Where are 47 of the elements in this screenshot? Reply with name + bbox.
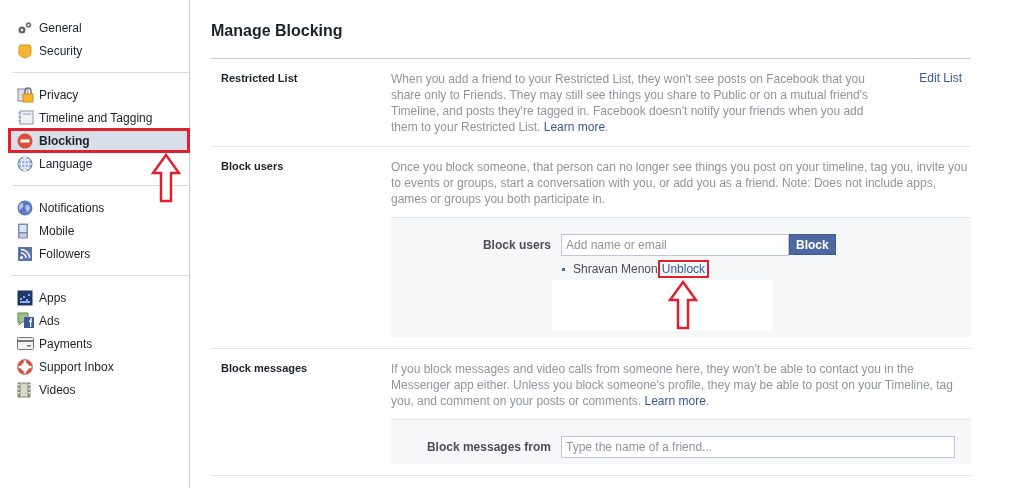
- ads-icon: [17, 312, 35, 329]
- blocked-name: Shravan Menon: [573, 262, 658, 276]
- sidebar-item[interactable]: Mobile: [12, 219, 189, 242]
- gears-icon: [17, 20, 33, 35]
- feed-icon: [17, 245, 33, 262]
- sidebar-item[interactable]: Blocking: [9, 129, 189, 152]
- no-entry-icon: [17, 132, 33, 149]
- sidebar-item[interactable]: Privacy: [12, 83, 189, 106]
- sidebar-item[interactable]: Notifications: [12, 196, 189, 219]
- badge-icon: [17, 42, 33, 59]
- card-icon: [17, 337, 34, 350]
- sidebar-item[interactable]: General: [12, 16, 189, 39]
- field-label: Block users: [481, 237, 552, 254]
- sidebar-item[interactable]: Payments: [12, 332, 189, 355]
- lifebuoy-icon: [17, 358, 33, 375]
- sidebar-item[interactable]: Security: [12, 39, 189, 62]
- sidebar-item[interactable]: Apps: [12, 286, 189, 309]
- page-title: Manage Blocking: [211, 20, 971, 59]
- section-label: Restricted List: [221, 71, 299, 86]
- section-description: If you block messages and video calls from someone here, they won't be able to contact you in the Messenger app either. Unless you block someone's profile, they may be able to post on your Timeline, tag you, and comment on your posts or comments. Learn more.: [391, 361, 954, 409]
- block-button[interactable]: Block: [789, 234, 836, 255]
- section-description: Once you block someone, that person can no longer see things you post on your timeline, tag you, invite you to events or groups, start a conversation with you, or add you as a friend. Note: Does not include apps, games or groups you both participate in.: [391, 159, 969, 207]
- timeline-icon: [17, 110, 34, 125]
- globe-icon: [17, 155, 33, 172]
- sidebar-item[interactable]: Support Inbox: [12, 355, 189, 378]
- earth-icon: [17, 199, 33, 216]
- phone-icon: [17, 222, 29, 239]
- sidebar-item[interactable]: Followers: [12, 242, 189, 265]
- lock-icon: [17, 86, 35, 103]
- bullet-icon: [562, 267, 565, 271]
- apps-icon: [17, 289, 33, 306]
- edit-list-link[interactable]: Edit List: [919, 71, 971, 87]
- sidebar-item[interactable]: Timeline and Tagging: [12, 106, 189, 129]
- section-label: Block messages: [221, 361, 309, 376]
- sidebar-item[interactable]: Language: [12, 152, 189, 175]
- learn-more-link[interactable]: Learn more: [644, 394, 706, 408]
- unblock-link[interactable]: Unblock: [659, 262, 708, 276]
- sidebar-item[interactable]: Videos: [12, 378, 189, 401]
- film-icon: [17, 381, 31, 398]
- annotation-arrow: [151, 153, 181, 203]
- field-label: Block messages from: [425, 439, 552, 456]
- sidebar-item[interactable]: Ads: [12, 309, 189, 332]
- section-description: When you add a friend to your Restricted List, they won't see posts on Facebook that you share only to Friends. They may still see things you share to Public or on a mutual friend's Timeline, and posts they're tagged in. Facebook doesn't notify your friends when you add them to your Restricted List. Learn more.: [391, 71, 869, 135]
- input-field[interactable]: Add name or email: [561, 234, 789, 256]
- annotation-arrow: [667, 280, 698, 330]
- input-field[interactable]: Type the name of a friend...: [561, 436, 955, 458]
- section-label: Block users: [221, 159, 285, 174]
